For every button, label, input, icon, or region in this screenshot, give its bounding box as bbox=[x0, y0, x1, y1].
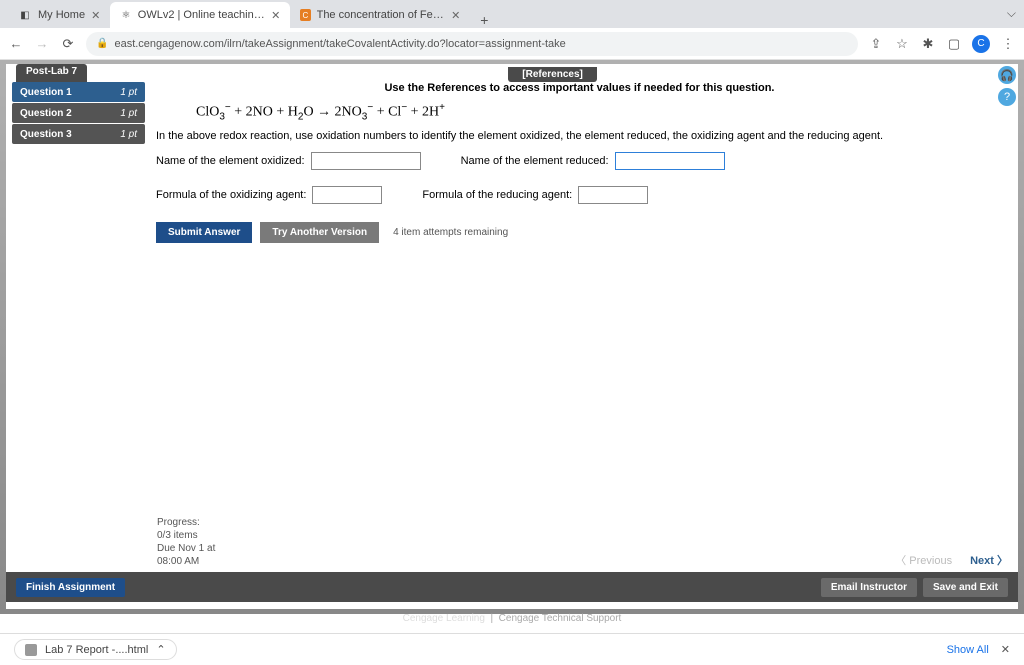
previous-button[interactable]: 〈 Previous bbox=[895, 552, 952, 568]
back-icon[interactable]: ← bbox=[8, 36, 24, 52]
lock-icon: 🔒 bbox=[96, 38, 108, 49]
reduced-label: Name of the element reduced: bbox=[461, 155, 609, 167]
oxidized-label: Name of the element oxidized: bbox=[156, 155, 305, 167]
favicon-icon: ◧ bbox=[18, 8, 32, 22]
url-bar[interactable]: 🔒 east.cengagenow.com/ilrn/takeAssignmen… bbox=[86, 32, 858, 56]
chemical-equation: ClO3− + 2NO + H2O → 2NO3− + Cl− + 2H+ bbox=[196, 102, 1003, 122]
tab-myhome[interactable]: ◧ My Home ✕ bbox=[8, 2, 110, 28]
menu-icon[interactable]: ⋮ bbox=[1000, 36, 1016, 52]
download-item[interactable]: Lab 7 Report -....html ⌃ bbox=[14, 639, 177, 660]
question-label: Question 3 bbox=[20, 129, 72, 140]
share-icon[interactable]: ⇪ bbox=[868, 36, 884, 52]
sidebar-item-q3[interactable]: Question 3 1 pt bbox=[12, 124, 145, 144]
page-nav: 〈 Previous Next 〉 bbox=[895, 552, 1008, 568]
profile-avatar[interactable]: C bbox=[972, 35, 990, 53]
email-instructor-button[interactable]: Email Instructor bbox=[821, 578, 917, 597]
question-label: Question 2 bbox=[20, 108, 72, 119]
references-link[interactable]: [References] bbox=[508, 67, 597, 82]
reload-icon[interactable]: ⟳ bbox=[60, 36, 76, 52]
attempts-remaining: 4 item attempts remaining bbox=[393, 227, 508, 238]
progress-due: Due Nov 1 at bbox=[157, 542, 215, 555]
try-another-button[interactable]: Try Another Version bbox=[260, 222, 379, 243]
question-sidebar: Question 1 1 pt Question 2 1 pt Question… bbox=[6, 82, 151, 572]
instruction-text: In the above redox reaction, use oxidati… bbox=[156, 130, 1003, 142]
oxidizing-agent-input[interactable] bbox=[312, 186, 382, 204]
progress-title: Progress: bbox=[157, 516, 215, 529]
favicon-icon: ⚛ bbox=[120, 8, 131, 22]
device-icon[interactable]: ▢ bbox=[946, 36, 962, 52]
bookmark-icon[interactable]: ☆ bbox=[894, 36, 910, 52]
reducing-agent-label: Formula of the reducing agent: bbox=[422, 189, 572, 201]
new-tab-button[interactable]: + bbox=[470, 12, 498, 28]
footer-support[interactable]: Cengage Technical Support bbox=[499, 613, 622, 624]
app-wrapper: 🎧 ? Post-Lab 7 [References] Question 1 1… bbox=[0, 60, 1024, 614]
question-label: Question 1 bbox=[20, 87, 72, 98]
oxidized-input[interactable] bbox=[311, 152, 421, 170]
progress-items: 0/3 items bbox=[157, 529, 215, 542]
sidebar-item-q1[interactable]: Question 1 1 pt bbox=[12, 82, 145, 102]
download-bar: Lab 7 Report -....html ⌃ Show All ✕ bbox=[0, 633, 1024, 665]
reduced-input[interactable] bbox=[615, 152, 725, 170]
assignment-tab[interactable]: Post-Lab 7 bbox=[16, 64, 87, 82]
browser-tabbar: ◧ My Home ✕ ⚛ OWLv2 | Online teaching an… bbox=[0, 0, 1024, 28]
question-points: 1 pt bbox=[120, 129, 137, 140]
finish-button[interactable]: Finish Assignment bbox=[16, 578, 125, 597]
submit-button[interactable]: Submit Answer bbox=[156, 222, 252, 243]
window-expand-icon[interactable]: ⌵ bbox=[1007, 6, 1016, 21]
next-button[interactable]: Next 〉 bbox=[970, 552, 1008, 568]
tab-title: My Home bbox=[38, 9, 85, 21]
progress-time: 08:00 AM bbox=[157, 555, 215, 568]
close-icon[interactable]: ✕ bbox=[451, 9, 460, 22]
file-icon bbox=[25, 644, 37, 656]
close-icon[interactable]: ✕ bbox=[271, 9, 280, 22]
tab-title: The concentration of Fe2+ in a bbox=[317, 9, 445, 21]
save-exit-button[interactable]: Save and Exit bbox=[923, 578, 1008, 597]
question-content: Use the References to access important v… bbox=[151, 82, 1018, 572]
url-text: east.cengagenow.com/ilrn/takeAssignment/… bbox=[114, 38, 565, 50]
cengage-footer: Cengage Learning | Cengage Technical Sup… bbox=[6, 609, 1018, 631]
reducing-agent-input[interactable] bbox=[578, 186, 648, 204]
close-downloads-icon[interactable]: ✕ bbox=[1001, 643, 1010, 656]
reference-hint: Use the References to access important v… bbox=[156, 82, 1003, 94]
bottom-bar: Finish Assignment Email Instructor Save … bbox=[6, 572, 1018, 602]
forward-icon[interactable]: → bbox=[34, 36, 50, 52]
question-points: 1 pt bbox=[120, 87, 137, 98]
assignment-header: Post-Lab 7 [References] bbox=[6, 64, 1018, 82]
close-icon[interactable]: ✕ bbox=[91, 9, 100, 22]
footer-learning[interactable]: Cengage Learning bbox=[403, 613, 485, 624]
progress-block: Progress: 0/3 items Due Nov 1 at 08:00 A… bbox=[157, 516, 215, 568]
tab-owlv2[interactable]: ⚛ OWLv2 | Online teaching and le ✕ bbox=[110, 2, 290, 28]
app-frame: 🎧 ? Post-Lab 7 [References] Question 1 1… bbox=[6, 64, 1018, 609]
favicon-icon: C bbox=[300, 9, 310, 21]
tab-fe2[interactable]: C The concentration of Fe2+ in a ✕ bbox=[290, 2, 470, 28]
question-points: 1 pt bbox=[120, 108, 137, 119]
extension-icon[interactable]: ✱ bbox=[920, 36, 936, 52]
chevron-up-icon[interactable]: ⌃ bbox=[156, 643, 165, 656]
oxidizing-agent-label: Formula of the oxidizing agent: bbox=[156, 189, 306, 201]
show-all-button[interactable]: Show All bbox=[947, 644, 989, 656]
tab-title: OWLv2 | Online teaching and le bbox=[138, 9, 265, 21]
browser-navbar: ← → ⟳ 🔒 east.cengagenow.com/ilrn/takeAss… bbox=[0, 28, 1024, 60]
download-filename: Lab 7 Report -....html bbox=[45, 644, 148, 656]
sidebar-item-q2[interactable]: Question 2 1 pt bbox=[12, 103, 145, 123]
